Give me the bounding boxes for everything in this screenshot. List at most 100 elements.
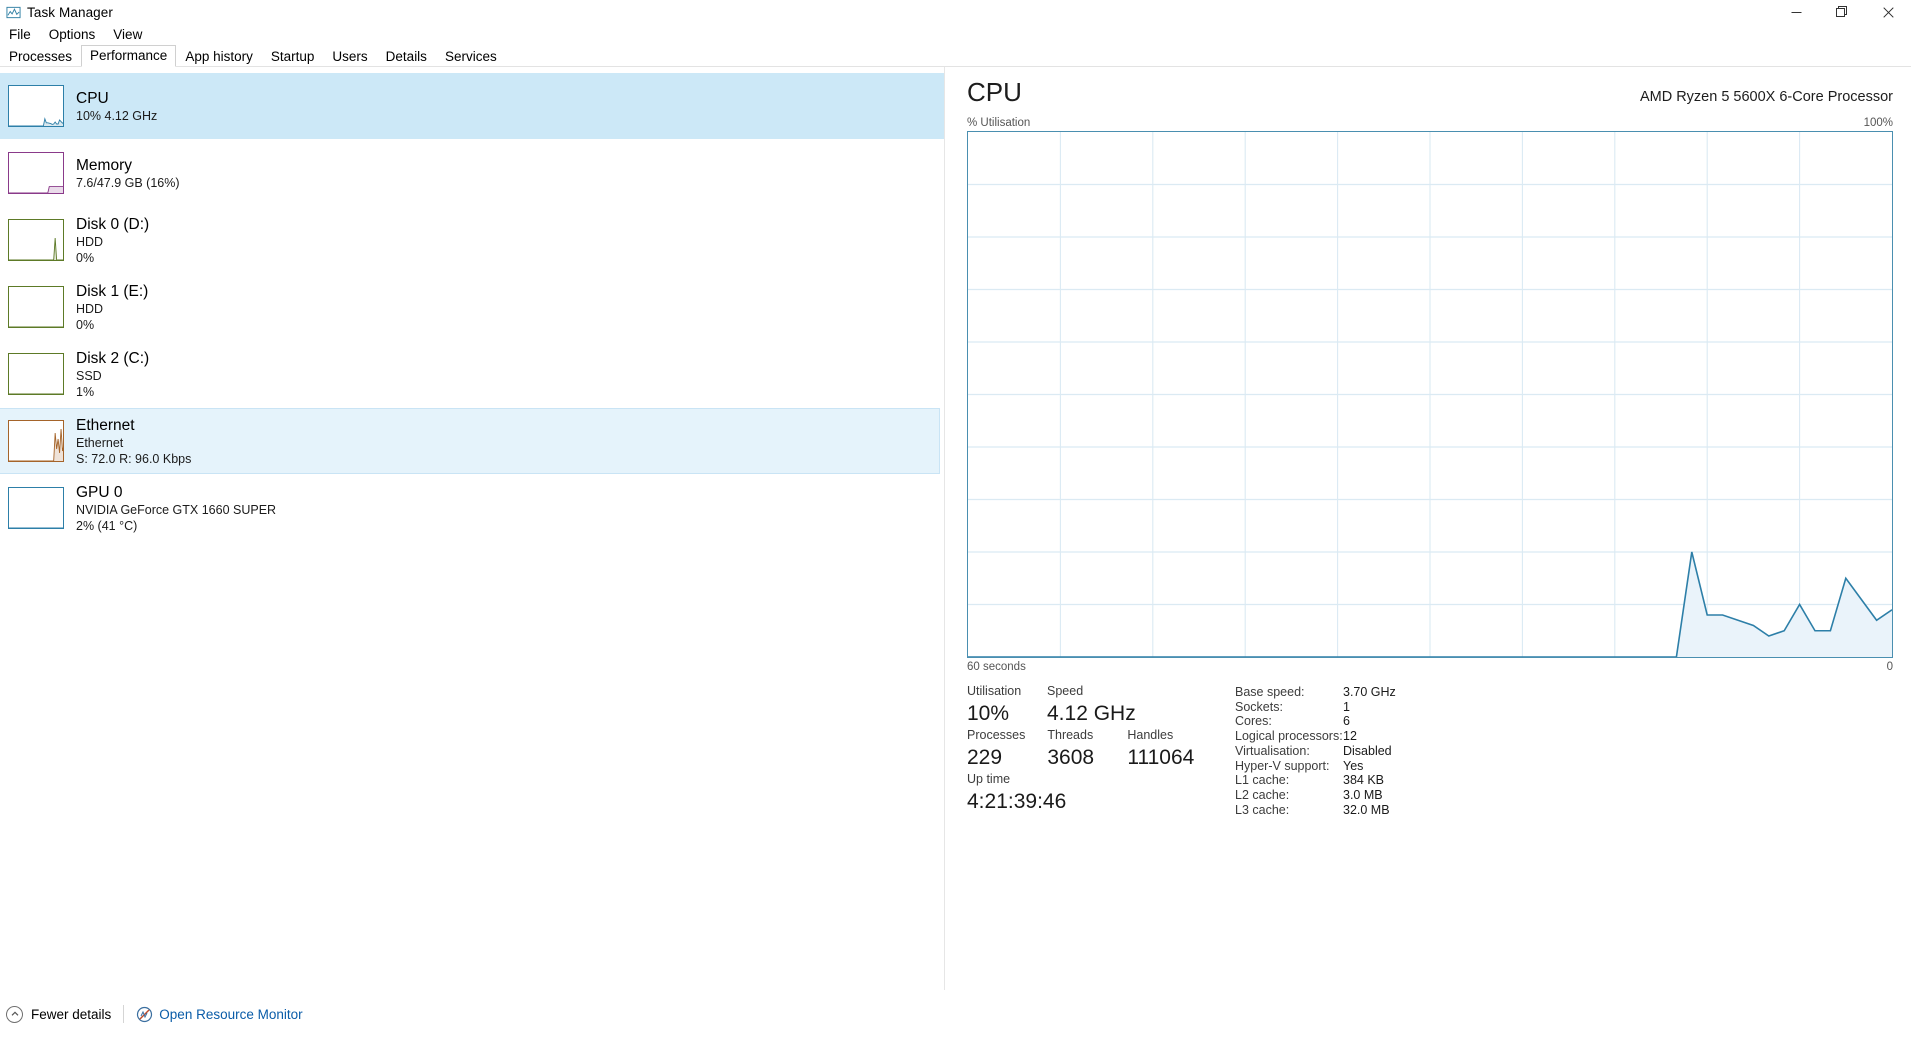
graph-top-axis: % Utilisation 100% xyxy=(967,117,1893,129)
sidebar-item-memory[interactable]: Memory 7.6/47.9 GB (16%) xyxy=(0,140,944,206)
tab-processes[interactable]: Processes xyxy=(0,46,81,67)
x-axis-label: 60 seconds xyxy=(967,661,1026,673)
tab-app-history[interactable]: App history xyxy=(176,46,262,67)
cpu-info-value: 6 xyxy=(1343,714,1350,729)
close-button[interactable] xyxy=(1865,0,1911,24)
sidebar-text-disk-1: Disk 1 (E:) HDD 0% xyxy=(76,282,148,333)
chevron-up-circle-icon xyxy=(6,1005,23,1023)
sidebar-item-subtitle: Ethernet xyxy=(76,435,124,450)
page-title: CPU xyxy=(967,77,1022,107)
open-resource-monitor-link[interactable]: Open Resource Monitor xyxy=(159,1007,302,1022)
cpu-info-key: Sockets: xyxy=(1235,699,1283,714)
status-separator xyxy=(123,1005,125,1023)
y-axis-label: % Utilisation xyxy=(967,117,1031,129)
tab-services[interactable]: Services xyxy=(436,46,506,67)
sidebar-item-subtitle: 10% 4.12 GHz xyxy=(76,108,158,123)
title-bar: Task Manager xyxy=(0,0,1911,24)
tab-details[interactable]: Details xyxy=(377,46,436,67)
cpu-info-key: L1 cache: xyxy=(1235,773,1290,788)
sidebar-item-title: Disk 1 (E:) xyxy=(76,282,149,300)
processes-value: 229 xyxy=(967,746,1003,769)
maximize-restore-button[interactable] xyxy=(1819,0,1865,24)
cpu-info-row: L3 cache: 32.0 MB xyxy=(1235,803,1396,818)
stat-utilisation: Utilisation 10% xyxy=(967,683,1025,727)
cpu-info-value: Yes xyxy=(1343,758,1364,773)
sidebar-item-disk-2[interactable]: Disk 2 (C:) SSD 1% xyxy=(0,341,944,407)
sidebar-item-title: Disk 0 (D:) xyxy=(76,215,150,233)
utilisation-value: 10% xyxy=(967,702,1010,725)
cpu-stats-left: Utilisation 10% Speed 4.12 GHz Processes… xyxy=(967,683,1235,817)
sidebar-text-cpu: CPU 10% 4.12 GHz xyxy=(76,89,157,124)
cpu-info-row: L2 cache: 3.0 MB xyxy=(1235,788,1396,803)
cpu-info-key: Logical processors: xyxy=(1235,729,1343,744)
menu-options[interactable]: Options xyxy=(40,25,105,45)
sidebar-item-subtitle: 7.6/47.9 GB (16%) xyxy=(76,175,180,190)
sidebar-item-gpu-0[interactable]: GPU 0 NVIDIA GeForce GTX 1660 SUPER 2% (41… xyxy=(0,475,944,541)
cpu-info-list: Base speed: 3.70 GHz Sockets: 1 Cores: 6 Logic… xyxy=(1235,685,1396,817)
cpu-info-value: 3.0 MB xyxy=(1343,787,1383,802)
stat-uptime: Up time 4:21:39:46 xyxy=(967,771,1066,815)
sidebar-item-title: Ethernet xyxy=(76,416,135,434)
cpu-info-row: Sockets: 1 xyxy=(1235,700,1396,715)
sidebar-item-title: Memory xyxy=(76,156,132,174)
stats-row-1: Utilisation 10% Speed 4.12 GHz xyxy=(967,683,1235,727)
stats-row-3: Up time 4:21:39:46 xyxy=(967,771,1235,815)
y-axis-max-label: 100% xyxy=(1863,117,1893,129)
sidebar-item-disk-1[interactable]: Disk 1 (E:) HDD 0% xyxy=(0,274,944,340)
minimize-button[interactable] xyxy=(1773,0,1819,24)
tab-users[interactable]: Users xyxy=(323,46,376,67)
sidebar-item-cpu[interactable]: CPU 10% 4.12 GHz xyxy=(0,73,944,139)
sidebar-thumbnail-cpu xyxy=(8,85,64,127)
cpu-info-value: 3.70 GHz xyxy=(1343,685,1396,699)
open-resource-monitor-button[interactable]: Open Resource Monitor xyxy=(136,1006,303,1023)
sidebar-item-ethernet[interactable]: Ethernet Ethernet S: 72.0 R: 96.0 Kbps xyxy=(0,408,940,474)
sidebar-item-title: CPU xyxy=(76,89,109,107)
processes-label: Processes xyxy=(967,728,1026,742)
stat-speed: Speed 4.12 GHz xyxy=(1047,683,1136,727)
window-controls xyxy=(1773,0,1911,24)
sidebar-thumbnail-disk-1 xyxy=(8,286,64,328)
x-axis-zero-label: 0 xyxy=(1886,661,1893,673)
tab-performance[interactable]: Performance xyxy=(81,45,177,67)
cpu-info-key: L2 cache: xyxy=(1235,787,1290,802)
sidebar-item-metric: 1% xyxy=(76,384,95,399)
resource-monitor-icon xyxy=(136,1006,153,1023)
sidebar-item-subtitle: NVIDIA GeForce GTX 1660 SUPER xyxy=(76,502,277,517)
speed-value: 4.12 GHz xyxy=(1047,702,1136,725)
cpu-info-key: Hyper-V support: xyxy=(1235,758,1330,773)
sidebar-item-metric: 0% xyxy=(76,317,95,332)
handles-value: 111064 xyxy=(1127,746,1195,769)
cpu-info-row: L1 cache: 384 KB xyxy=(1235,773,1396,788)
content-area: CPU 10% 4.12 GHz Memory 7.6/47.9 GB (16%) Di… xyxy=(0,67,1911,990)
sidebar-text-disk-0: Disk 0 (D:) HDD 0% xyxy=(76,215,149,266)
task-manager-window: Task Manager File Options View Processes… xyxy=(0,0,1911,1038)
fewer-details-button[interactable]: Fewer details xyxy=(6,1005,112,1023)
menu-bar: File Options View xyxy=(0,24,1911,46)
detail-header: CPU AMD Ryzen 5 5600X 6-Core Processor xyxy=(967,77,1893,107)
menu-view[interactable]: View xyxy=(104,25,151,45)
cpu-utilisation-graph[interactable] xyxy=(967,131,1893,658)
window-title: Task Manager xyxy=(27,4,113,20)
stat-threads: Threads 3608 xyxy=(1047,727,1105,771)
sidebar-item-title: GPU 0 xyxy=(76,483,123,501)
sidebar-thumbnail-ethernet xyxy=(8,420,64,462)
sidebar-thumbnail-disk-0 xyxy=(8,219,64,261)
fewer-details-label: Fewer details xyxy=(31,1006,112,1022)
task-manager-icon xyxy=(4,3,22,21)
cpu-info-key: L3 cache: xyxy=(1235,802,1290,817)
sidebar-text-ethernet: Ethernet Ethernet S: 72.0 R: 96.0 Kbps xyxy=(76,416,191,467)
sidebar-item-disk-0[interactable]: Disk 0 (D:) HDD 0% xyxy=(0,207,944,273)
sidebar-thumbnail-disk-2 xyxy=(8,353,64,395)
sidebar-thumbnail-memory xyxy=(8,152,64,194)
cpu-info-row: Base speed: 3.70 GHz xyxy=(1235,685,1396,700)
utilisation-label: Utilisation xyxy=(967,684,1022,698)
menu-file[interactable]: File xyxy=(0,25,40,45)
threads-value: 3608 xyxy=(1047,746,1095,769)
sidebar-item-title: Disk 2 (C:) xyxy=(76,349,150,367)
tab-startup[interactable]: Startup xyxy=(262,46,324,67)
cpu-info-value: 384 KB xyxy=(1343,773,1385,788)
status-bar: Fewer details Open Resource Monitor xyxy=(0,990,1911,1038)
cpu-detail-pane: CPU AMD Ryzen 5 5600X 6-Core Processor %… xyxy=(945,67,1911,990)
stat-handles: Handles 111064 xyxy=(1127,727,1194,771)
cpu-info-row: Cores: 6 xyxy=(1235,714,1396,729)
